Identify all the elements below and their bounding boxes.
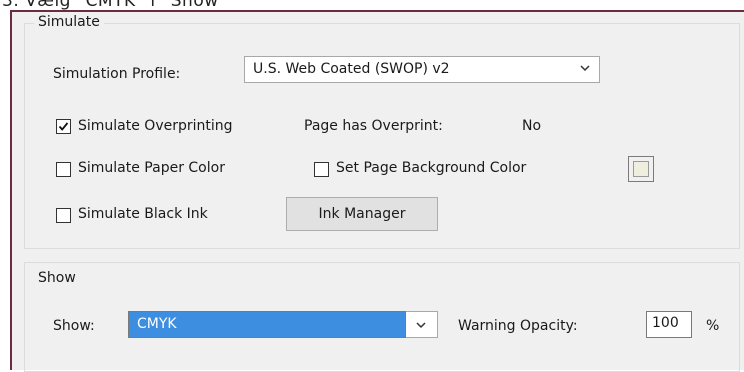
- simulation-profile-value: U.S. Web Coated (SWOP) v2: [253, 61, 450, 77]
- show-label: Show:: [53, 318, 95, 334]
- warning-opacity-value: 100: [652, 315, 679, 331]
- simulate-black-ink-label: Simulate Black Ink: [78, 206, 208, 222]
- simulate-overprinting-checkbox[interactable]: [56, 119, 71, 134]
- percent-sign: %: [706, 318, 720, 334]
- chevron-down-icon: [580, 65, 590, 72]
- background-color-swatch[interactable]: [628, 156, 654, 182]
- swatch-color-fill: [633, 161, 649, 177]
- set-page-background-color-label: Set Page Background Color: [336, 160, 527, 176]
- simulate-black-ink-checkbox[interactable]: [56, 208, 71, 223]
- page-overprint-label: Page has Overprint:: [304, 118, 443, 134]
- simulate-legend: Simulate: [34, 14, 104, 30]
- chevron-down-icon: [416, 322, 426, 329]
- simulate-paper-color-checkbox[interactable]: [56, 162, 71, 177]
- warning-opacity-input[interactable]: 100: [646, 311, 692, 338]
- show-select-dropdown-button[interactable]: [406, 311, 438, 338]
- simulation-profile-select[interactable]: U.S. Web Coated (SWOP) v2: [244, 56, 600, 83]
- set-page-background-color-checkbox[interactable]: [314, 162, 329, 177]
- simulate-overprinting-label: Simulate Overprinting: [78, 118, 233, 134]
- show-select[interactable]: CMYK: [128, 311, 406, 338]
- show-legend: Show: [34, 270, 80, 286]
- simulate-paper-color-label: Simulate Paper Color: [78, 160, 225, 176]
- ink-manager-button[interactable]: Ink Manager: [286, 197, 438, 231]
- page-overprint-value: No: [522, 118, 542, 134]
- show-select-value: CMYK: [137, 316, 177, 332]
- simulation-profile-label: Simulation Profile:: [53, 66, 181, 82]
- warning-opacity-label: Warning Opacity:: [458, 318, 578, 334]
- checkmark-icon: [58, 122, 69, 131]
